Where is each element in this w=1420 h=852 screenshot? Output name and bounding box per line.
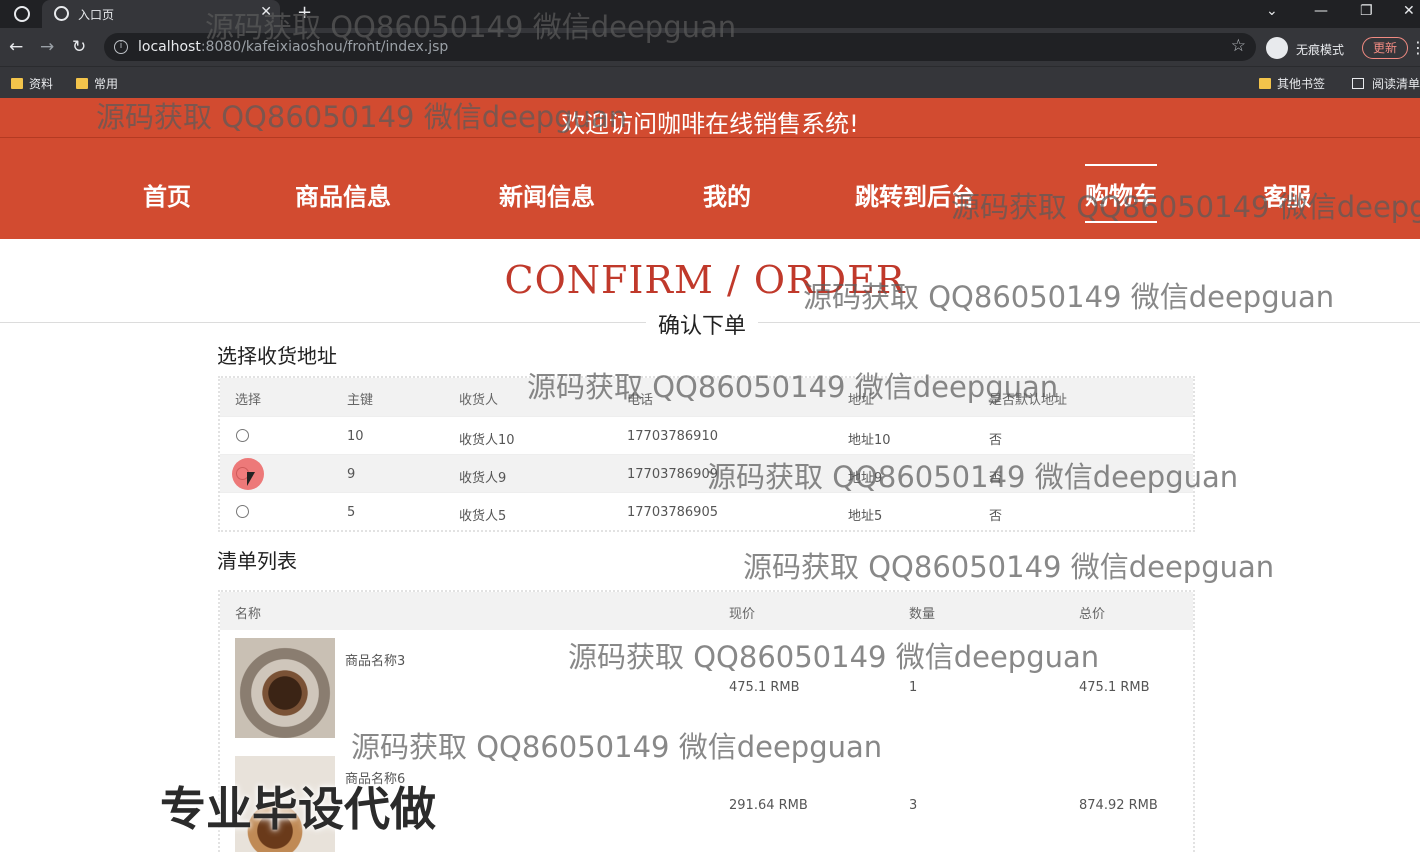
column-header: 数量: [909, 607, 936, 622]
browser-toolbar: ← → ↻ i localhost:8080/kafeixiaoshou/fro…: [0, 28, 1420, 66]
cell-price: 291.64 RMB: [729, 798, 808, 813]
column-header: 主键: [347, 393, 374, 408]
bookmark-label: 其他书签: [1277, 77, 1326, 91]
cell-address: 地址9: [848, 471, 883, 486]
reading-list[interactable]: 阅读清单: [1352, 75, 1420, 92]
table-header: 名称 现价 数量 总价: [220, 592, 1193, 630]
nav-service[interactable]: 客服: [1263, 177, 1311, 212]
folder-icon: [11, 78, 23, 89]
bookmark-label: 阅读清单: [1372, 77, 1420, 91]
column-header: 选择: [235, 393, 262, 408]
cell-id: 5: [347, 505, 356, 520]
cell-address: 地址5: [848, 509, 883, 524]
page-title: CONFIRM / ORDER: [504, 258, 906, 302]
column-header: 总价: [1079, 607, 1106, 622]
folder-icon: [76, 78, 88, 89]
cell-total: 475.1 RMB: [1079, 680, 1150, 695]
bookmarks-bar: 资料 常用 其他书签 阅读清单: [0, 66, 1420, 98]
table-row[interactable]: 商品名称3 475.1 RMB 1 475.1 RMB: [220, 630, 1193, 748]
column-header: 现价: [729, 607, 756, 622]
table-row[interactable]: 10 收货人10 17703786910 地址10 否: [220, 416, 1193, 454]
cell-phone: 17703786909: [627, 467, 718, 482]
product-image[interactable]: [235, 638, 335, 738]
address-radio[interactable]: [236, 429, 249, 442]
mouse-cursor-icon: [247, 472, 255, 486]
column-header: 名称: [235, 607, 262, 622]
column-header: 电话: [627, 393, 654, 408]
update-button[interactable]: 更新: [1362, 37, 1408, 59]
address-table: 选择 主键 收货人 电话 地址 是否默认地址 10 收货人10 17703786…: [218, 376, 1195, 532]
address-bar[interactable]: i localhost:8080/kafeixiaoshou/front/ind…: [104, 33, 1256, 61]
window-close-icon[interactable]: ✕: [1403, 3, 1415, 19]
welcome-text: 欢迎访问咖啡在线销售系统!: [561, 110, 859, 138]
new-tab-button[interactable]: +: [297, 2, 312, 23]
address-radio[interactable]: [236, 505, 249, 518]
cell-id: 10: [347, 429, 364, 444]
other-bookmarks[interactable]: 其他书签: [1259, 75, 1325, 92]
folder-icon: [1259, 78, 1271, 89]
main-nav: 首页 商品信息 新闻信息 我的 跳转到后台 购物车 客服: [0, 138, 1420, 239]
incognito-icon: [1266, 37, 1288, 59]
bookmark-label: 常用: [94, 77, 119, 91]
table-row[interactable]: 5 收货人5 17703786905 地址5 否: [220, 492, 1193, 530]
nav-news[interactable]: 新闻信息: [499, 177, 595, 212]
cell-phone: 17703786910: [627, 429, 718, 444]
cell-name: 收货人9: [459, 471, 507, 486]
browser-tab-strip: 入口页 ✕ + ⌄ — ❐ ✕: [0, 0, 1420, 28]
cell-price: 475.1 RMB: [729, 680, 800, 695]
nav-products[interactable]: 商品信息: [295, 177, 391, 212]
nav-backend[interactable]: 跳转到后台: [855, 177, 975, 212]
watermark: 源码获取 QQ86050149 微信deepguan: [743, 550, 1275, 584]
tab-title: 入口页: [78, 8, 115, 22]
more-menu-icon[interactable]: ⋮: [1410, 38, 1420, 57]
items-section-title: 清单列表: [217, 549, 297, 573]
bookmark-item[interactable]: 资料: [11, 75, 53, 92]
cell-address: 地址10: [848, 433, 891, 448]
browser-menu-icon[interactable]: [14, 6, 30, 22]
welcome-banner: 欢迎访问咖啡在线销售系统!: [0, 98, 1420, 138]
cell-phone: 17703786905: [627, 505, 718, 520]
incognito-label: 无痕模式: [1296, 43, 1345, 57]
cell-default: 否: [989, 471, 1003, 486]
cell-id: 9: [347, 467, 356, 482]
url-text[interactable]: localhost:8080/kafeixiaoshou/front/index…: [138, 39, 448, 55]
cell-default: 否: [989, 433, 1003, 448]
globe-icon: [54, 6, 69, 21]
cell-quantity: 1: [909, 680, 918, 695]
browser-tab[interactable]: 入口页 ✕: [42, 0, 280, 28]
table-header: 选择 主键 收货人 电话 地址 是否默认地址: [220, 378, 1193, 416]
cell-total: 874.92 RMB: [1079, 798, 1158, 813]
info-icon[interactable]: i: [114, 40, 128, 54]
nav-cart[interactable]: 购物车: [1085, 164, 1157, 223]
close-icon[interactable]: ✕: [260, 4, 272, 20]
minimize-icon[interactable]: —: [1314, 3, 1328, 19]
restore-icon[interactable]: ❐: [1360, 3, 1373, 19]
chevron-down-icon[interactable]: ⌄: [1266, 3, 1278, 19]
cell-name: 收货人5: [459, 509, 507, 524]
page-root: 入口页 ✕ + ⌄ — ❐ ✕ ← → ↻ i localhost:8080/k…: [0, 0, 1420, 852]
cell-name: 商品名称3: [345, 654, 406, 669]
bookmark-label: 资料: [29, 77, 54, 91]
nav-mine[interactable]: 我的: [703, 177, 751, 212]
cell-name: 收货人10: [459, 433, 515, 448]
bookmark-star-icon[interactable]: ☆: [1231, 36, 1246, 56]
cell-quantity: 3: [909, 798, 918, 813]
cell-default: 否: [989, 509, 1003, 524]
forward-arrow-icon[interactable]: →: [40, 37, 54, 57]
page-subtitle: 确认下单: [646, 308, 759, 340]
address-section-title: 选择收货地址: [217, 344, 337, 368]
url-path: :8080/kafeixiaoshou/front/index.jsp: [200, 39, 449, 55]
reading-list-icon: [1352, 78, 1364, 89]
bookmark-item[interactable]: 常用: [76, 75, 118, 92]
table-row[interactable]: 9 收货人9 17703786909 地址9 否: [220, 454, 1193, 492]
url-host: localhost: [138, 39, 201, 55]
column-header: 地址: [848, 393, 875, 408]
reload-icon[interactable]: ↻: [72, 37, 86, 57]
back-arrow-icon[interactable]: ←: [9, 37, 23, 57]
overlay-badge: 专业毕设代做: [160, 782, 436, 836]
column-header: 收货人: [459, 393, 499, 408]
column-header: 是否默认地址: [989, 393, 1068, 408]
nav-home[interactable]: 首页: [143, 177, 191, 212]
